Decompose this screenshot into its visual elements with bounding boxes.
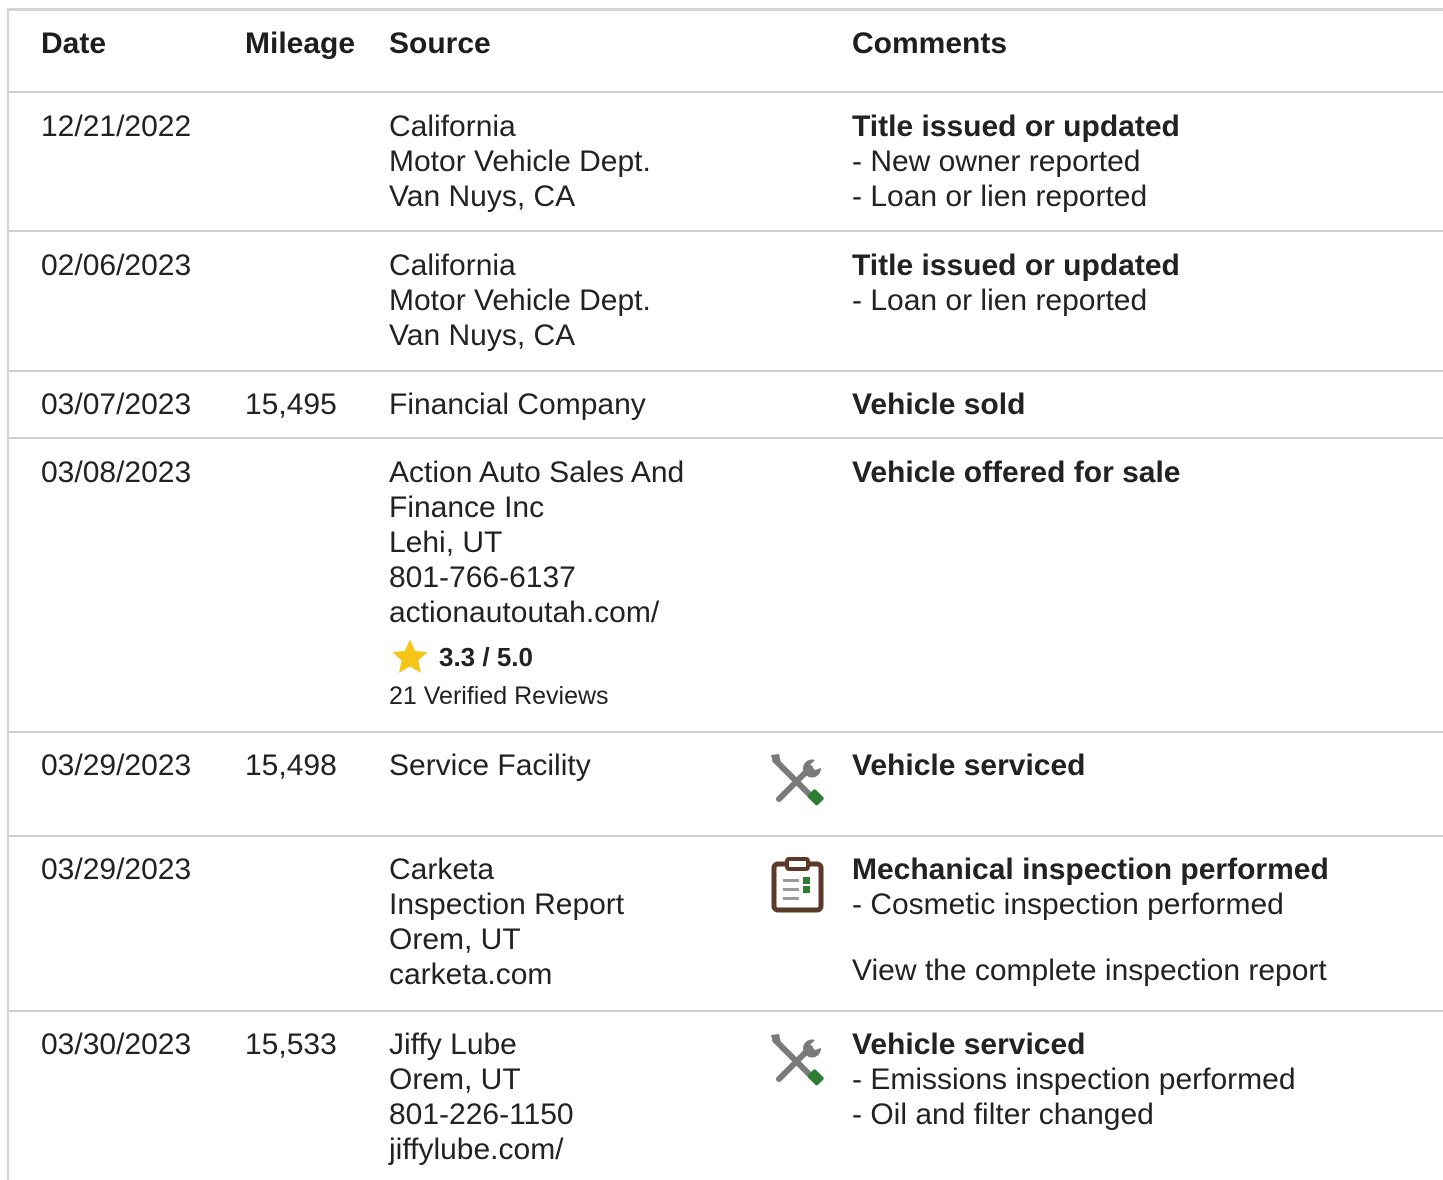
row-date: 03/29/2023 (41, 749, 192, 782)
comment-title: Vehicle serviced (852, 1028, 1086, 1061)
comment-title: Mechanical inspection performed (852, 853, 1329, 886)
source-line: Motor Vehicle Dept. (389, 284, 651, 317)
comment-title: Vehicle serviced (852, 749, 1086, 782)
table-row: 03/08/2023 Action Auto Sales And Finance… (9, 439, 1443, 733)
row-date: 02/06/2023 (41, 249, 192, 282)
row-source: Carketa Inspection Report Orem, UT carke… (389, 852, 769, 992)
source-line: Orem, UT (389, 1063, 521, 1096)
header-date: Date (41, 27, 107, 60)
header-mileage: Mileage (245, 27, 356, 60)
source-line: Van Nuys, CA (389, 180, 576, 213)
row-mileage: 15,533 (245, 1028, 337, 1061)
comment-item: - Emissions inspection performed (852, 1063, 1296, 1096)
rating-score: 3.3 / 5.0 (439, 641, 533, 672)
phone-link[interactable]: 801-766-6137 (389, 560, 769, 595)
row-comments: Vehicle serviced (852, 748, 1432, 783)
row-comments: Vehicle serviced - Emissions inspection … (852, 1027, 1432, 1132)
source-line: Van Nuys, CA (389, 319, 576, 352)
source-line: Lehi, UT (389, 526, 503, 559)
row-source: California Motor Vehicle Dept. Van Nuys,… (389, 109, 769, 214)
row-source: Jiffy Lube Orem, UT 801-226-1150 jiffylu… (389, 1027, 769, 1167)
row-mileage: 15,495 (245, 388, 337, 421)
inspection-report-link[interactable]: View the complete inspection report (852, 953, 1432, 988)
source-line: California (389, 110, 516, 143)
row-source: Service Facility (389, 748, 769, 783)
row-date: 03/30/2023 (41, 1028, 192, 1061)
clipboard-icon (771, 857, 824, 913)
website-link[interactable]: carketa.com (389, 957, 769, 992)
table-row: 03/29/2023 15,498 Service Facility Vehic… (9, 733, 1443, 837)
verified-reviews-link[interactable]: 21 Verified Reviews (389, 676, 769, 716)
wrench-screwdriver-icon (771, 754, 824, 806)
source-line: Service Facility (389, 749, 591, 782)
row-date: 03/08/2023 (41, 456, 192, 489)
table-row: 02/06/2023 California Motor Vehicle Dept… (9, 232, 1443, 372)
source-line: Financial Company (389, 388, 646, 421)
table-row: 03/29/2023 Carketa Inspection Report Ore… (9, 837, 1443, 1012)
source-line: Action Auto Sales And (389, 456, 685, 489)
row-mileage: 15,498 (245, 749, 337, 782)
comment-title: Vehicle sold (852, 388, 1026, 421)
row-date: 03/07/2023 (41, 388, 192, 421)
table-header: Date Mileage Source Comments (9, 11, 1443, 93)
row-comments: Title issued or updated - Loan or lien r… (852, 248, 1432, 318)
source-line: Jiffy Lube (389, 1028, 517, 1061)
source-line: Finance Inc (389, 491, 545, 524)
row-source: Financial Company (389, 387, 769, 422)
table-row: 03/07/2023 15,495 Financial Company Vehi… (9, 372, 1443, 439)
comment-title: Title issued or updated (852, 110, 1180, 143)
comment-title: Vehicle offered for sale (852, 456, 1181, 489)
comment-item: - Loan or lien reported (852, 284, 1148, 317)
comment-item: - Oil and filter changed (852, 1098, 1154, 1131)
row-date: 12/21/2022 (41, 110, 192, 143)
comment-item: - New owner reported (852, 145, 1141, 178)
source-line: Inspection Report (389, 888, 625, 921)
source-line: Motor Vehicle Dept. (389, 145, 651, 178)
dealer-rating[interactable]: 3.3 / 5.0 (389, 638, 769, 676)
website-link[interactable]: jiffylube.com/ (389, 1132, 769, 1167)
row-comments: Vehicle sold (852, 387, 1432, 422)
phone-link[interactable]: 801-226-1150 (389, 1097, 769, 1132)
row-source: California Motor Vehicle Dept. Van Nuys,… (389, 248, 769, 353)
header-source: Source (389, 27, 491, 60)
source-line: Orem, UT (389, 923, 521, 956)
comment-item: - Loan or lien reported (852, 180, 1148, 213)
website-link[interactable]: actionautoutah.com/ (389, 595, 769, 630)
comment-title: Title issued or updated (852, 249, 1180, 282)
source-line: California (389, 249, 516, 282)
row-comments: Title issued or updated - New owner repo… (852, 109, 1432, 214)
row-date: 03/29/2023 (41, 853, 192, 886)
table-row: 12/21/2022 California Motor Vehicle Dept… (9, 93, 1443, 232)
star-icon (392, 639, 428, 673)
header-comments: Comments (852, 27, 1008, 60)
wrench-screwdriver-icon (771, 1034, 824, 1086)
row-comments: Mechanical inspection performed - Cosmet… (852, 852, 1432, 988)
row-comments: Vehicle offered for sale (852, 455, 1432, 490)
comment-item: - Cosmetic inspection performed (852, 888, 1284, 921)
row-source: Action Auto Sales And Finance Inc Lehi, … (389, 455, 769, 716)
table-row: 03/30/2023 15,533 Jiffy Lube Orem, UT 80… (9, 1012, 1443, 1180)
source-line: Carketa (389, 853, 495, 886)
